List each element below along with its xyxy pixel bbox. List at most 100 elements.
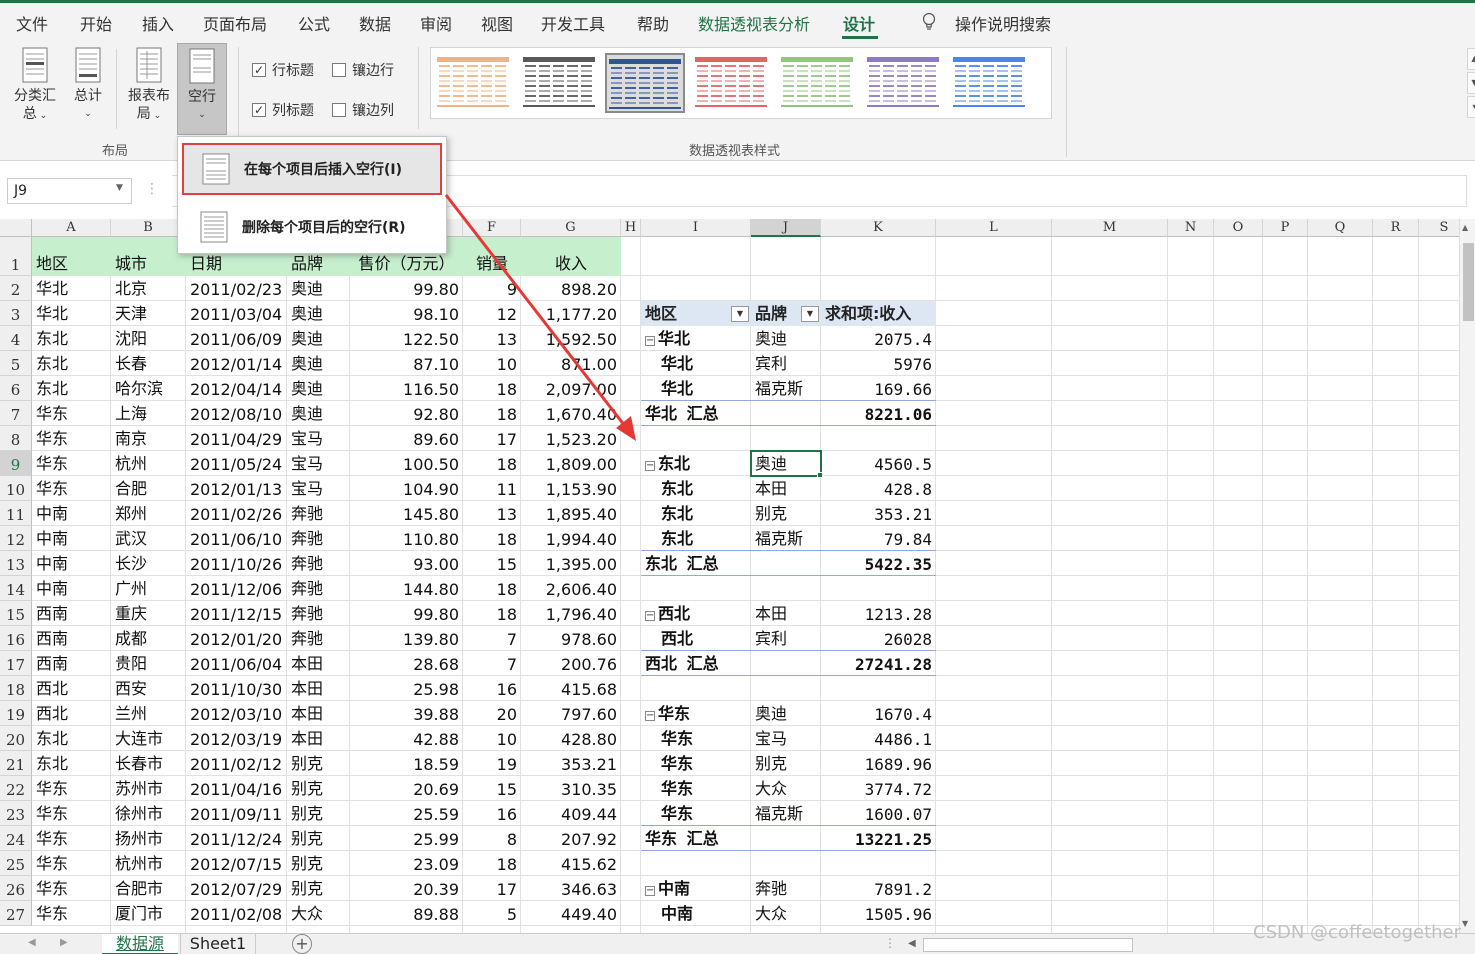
row-header[interactable]: 7	[0, 401, 32, 426]
row-header[interactable]: 10	[0, 476, 32, 501]
row-header[interactable]: 13	[0, 551, 32, 576]
pivot-region-cell[interactable]: − 华东	[641, 701, 751, 726]
table-cell[interactable]: 广州	[111, 576, 186, 601]
row-header[interactable]: 4	[0, 326, 32, 351]
table-cell[interactable]: 兰州	[111, 701, 186, 726]
table-cell[interactable]: 17	[463, 876, 521, 901]
table-cell[interactable]: 华东	[32, 476, 111, 501]
tab-formulas[interactable]: 公式	[298, 11, 330, 35]
pivot-header-cell[interactable]: 求和项:收入	[821, 301, 936, 326]
scroll-down-icon[interactable]: ▼	[1462, 919, 1468, 928]
table-cell[interactable]: 北京	[111, 276, 186, 301]
tab-view[interactable]: 视图	[481, 11, 513, 35]
table-cell[interactable]: 99.80	[350, 601, 463, 626]
table-cell[interactable]: 898.20	[521, 276, 621, 301]
table-cell[interactable]: 9	[463, 276, 521, 301]
pivot-value-cell[interactable]: 79.84	[821, 526, 936, 551]
table-cell[interactable]: 2011/12/06	[186, 576, 287, 601]
pivot-value-cell[interactable]: 5976	[821, 351, 936, 376]
table-cell[interactable]: 大众	[287, 901, 350, 926]
table-cell[interactable]: 18	[463, 851, 521, 876]
row-header[interactable]: 2	[0, 276, 32, 301]
row-header[interactable]: 25	[0, 851, 32, 876]
table-cell[interactable]: 39.88	[350, 701, 463, 726]
table-cell[interactable]: 18	[463, 576, 521, 601]
table-cell[interactable]: 西安	[111, 676, 186, 701]
table-cell[interactable]: 宝马	[287, 476, 350, 501]
table-cell[interactable]: 15	[463, 776, 521, 801]
table-cell[interactable]: 409.44	[521, 801, 621, 826]
table-cell[interactable]: 2011/10/30	[186, 676, 287, 701]
table-cell[interactable]: 18	[463, 526, 521, 551]
table-cell[interactable]: 1,994.40	[521, 526, 621, 551]
table-cell[interactable]: 奥迪	[287, 276, 350, 301]
table-cell[interactable]: 2012/08/10	[186, 401, 287, 426]
table-cell[interactable]: 哈尔滨	[111, 376, 186, 401]
row-header[interactable]: 9	[0, 451, 32, 476]
table-cell[interactable]: 本田	[287, 726, 350, 751]
column-header[interactable]: J	[751, 219, 821, 237]
pivot-region-cell[interactable]: − 西北	[641, 601, 751, 626]
pivot-region-cell[interactable]: 华东	[641, 726, 751, 751]
add-sheet-icon[interactable]: +	[292, 934, 312, 954]
table-cell[interactable]: 奥迪	[287, 301, 350, 326]
pivot-brand-cell[interactable]: 奥迪	[751, 326, 821, 351]
table-cell[interactable]: 长春市	[111, 751, 186, 776]
table-cell[interactable]: 1,895.40	[521, 501, 621, 526]
vertical-scroll-thumb[interactable]	[1463, 243, 1474, 321]
row-header[interactable]: 17	[0, 651, 32, 676]
row-header[interactable]: 18	[0, 676, 32, 701]
table-cell[interactable]: 18.59	[350, 751, 463, 776]
table-cell[interactable]: 郑州	[111, 501, 186, 526]
table-cell[interactable]: 重庆	[111, 601, 186, 626]
table-cell[interactable]: 89.60	[350, 426, 463, 451]
pivot-value-cell[interactable]: 2075.4	[821, 326, 936, 351]
table-cell[interactable]: 18	[463, 376, 521, 401]
table-cell[interactable]: 杭州	[111, 451, 186, 476]
pivot-brand-cell[interactable]: 别克	[751, 751, 821, 776]
gallery-down-icon[interactable]: ▼	[1467, 72, 1475, 94]
pivot-region-cell[interactable]: − 东北	[641, 451, 751, 476]
table-cell[interactable]: 110.80	[350, 526, 463, 551]
table-cell[interactable]: 18	[463, 601, 521, 626]
table-cell[interactable]: 西北	[32, 701, 111, 726]
table-cell[interactable]: 华北	[32, 276, 111, 301]
table-cell[interactable]: 87.10	[350, 351, 463, 376]
table-cell[interactable]: 12	[463, 301, 521, 326]
table-cell[interactable]: 15	[463, 551, 521, 576]
table-cell[interactable]: 449.40	[521, 901, 621, 926]
table-cell[interactable]: 华东	[32, 851, 111, 876]
table-cell[interactable]: 西南	[32, 651, 111, 676]
pivot-subtotal-value[interactable]: 27241.28	[821, 651, 936, 676]
table-cell[interactable]: 207.92	[521, 826, 621, 851]
table-cell[interactable]: 89.88	[350, 901, 463, 926]
column-header[interactable]: I	[641, 219, 751, 237]
table-cell[interactable]: 2012/01/20	[186, 626, 287, 651]
table-cell[interactable]: 华东	[32, 401, 111, 426]
table-cell[interactable]: 奥迪	[287, 376, 350, 401]
table-cell[interactable]: 奔驰	[287, 626, 350, 651]
table-cell[interactable]: 2011/06/04	[186, 651, 287, 676]
table-cell[interactable]: 19	[463, 751, 521, 776]
table-cell[interactable]: 奥迪	[287, 401, 350, 426]
chevron-down-icon[interactable]: ▼	[116, 183, 123, 193]
pivot-value-cell[interactable]: 428.8	[821, 476, 936, 501]
table-cell[interactable]: 100.50	[350, 451, 463, 476]
pivot-brand-cell[interactable]: 宾利	[751, 626, 821, 651]
table-cell[interactable]: 42.88	[350, 726, 463, 751]
table-cell[interactable]: 东北	[32, 376, 111, 401]
tab-design[interactable]: 设计	[843, 11, 875, 35]
column-header[interactable]: Q	[1308, 219, 1373, 237]
table-cell[interactable]: 扬州市	[111, 826, 186, 851]
table-cell[interactable]: 沈阳	[111, 326, 186, 351]
table-cell[interactable]: 本田	[287, 676, 350, 701]
table-cell[interactable]: 20.39	[350, 876, 463, 901]
table-cell[interactable]: 415.62	[521, 851, 621, 876]
table-cell[interactable]: 别克	[287, 876, 350, 901]
table-cell[interactable]: 10	[463, 726, 521, 751]
tab-insert[interactable]: 插入	[142, 11, 174, 35]
tab-data[interactable]: 数据	[359, 11, 391, 35]
table-cell[interactable]: 2011/02/26	[186, 501, 287, 526]
table-cell[interactable]: 别克	[287, 851, 350, 876]
pivot-region-cell[interactable]: 东北	[641, 476, 751, 501]
